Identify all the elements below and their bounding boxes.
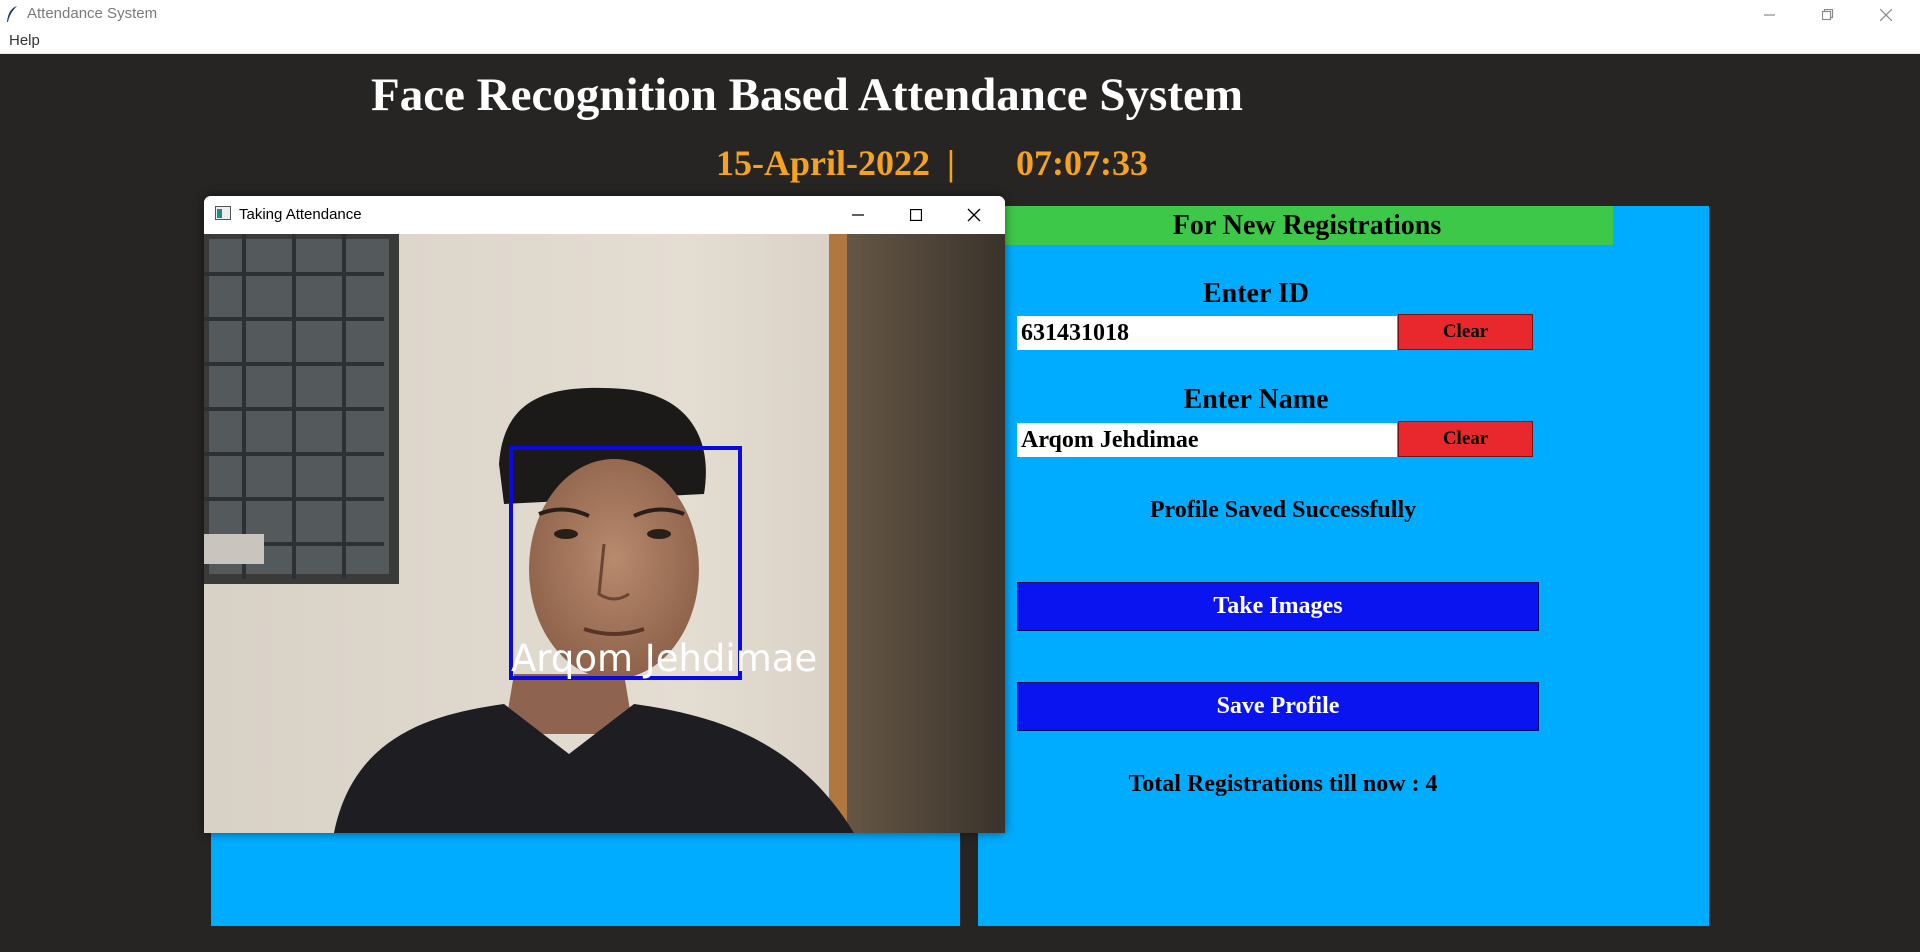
registration-header: For New Registrations: [1001, 206, 1613, 245]
door-frame: [829, 234, 847, 833]
id-input[interactable]: [1017, 316, 1397, 350]
menu-item-help[interactable]: Help: [9, 32, 40, 49]
camera-window-titlebar[interactable]: Taking Attendance: [204, 196, 1005, 234]
maximize-icon: [910, 209, 922, 221]
restore-icon: [1822, 8, 1834, 20]
detected-name-label: Arqom Jehdimae: [511, 637, 817, 680]
clear-id-button[interactable]: Clear: [1398, 314, 1533, 350]
name-input[interactable]: [1017, 423, 1397, 457]
registration-panel: [978, 206, 1709, 926]
page-title: Face Recognition Based Attendance System: [370, 69, 1244, 121]
minimize-button[interactable]: [1742, 0, 1798, 29]
camera-window[interactable]: Taking Attendance Arqom Jehdimae: [204, 196, 1005, 833]
enter-id-label: Enter ID: [1202, 278, 1310, 309]
restore-button[interactable]: [1800, 0, 1856, 29]
feather-icon: [7, 6, 17, 22]
close-icon: [967, 208, 981, 222]
close-button[interactable]: [1858, 0, 1914, 29]
window-title: Attendance System: [27, 5, 158, 22]
clock-label: 07:07:33: [1016, 143, 1148, 183]
date-label: 15-April-2022: [716, 143, 930, 183]
window-titlebar[interactable]: Attendance System: [0, 0, 1920, 29]
camera-maximize-button[interactable]: [887, 196, 945, 234]
clear-name-button[interactable]: Clear: [1398, 421, 1533, 457]
camera-minimize-button[interactable]: [829, 196, 887, 234]
menu-bar: Help: [0, 29, 1920, 54]
doorway: [829, 234, 1005, 833]
total-registrations: Total Registrations till now : 4: [1128, 771, 1438, 797]
barred-window: [204, 234, 399, 584]
camera-close-button[interactable]: [945, 196, 1003, 234]
camera-window-title: Taking Attendance: [239, 206, 362, 223]
window-app-icon: [215, 206, 231, 220]
date-time-separator: |: [947, 143, 955, 183]
close-icon: [1880, 8, 1892, 21]
minimize-icon: [1764, 13, 1775, 16]
status-message: Profile Saved Successfully: [1149, 497, 1417, 523]
take-images-button[interactable]: Take Images: [1017, 582, 1539, 631]
enter-name-label: Enter Name: [1183, 384, 1329, 415]
camera-feed: Arqom Jehdimae: [204, 234, 1005, 833]
minimize-icon: [852, 214, 864, 216]
save-profile-button[interactable]: Save Profile: [1017, 682, 1539, 731]
